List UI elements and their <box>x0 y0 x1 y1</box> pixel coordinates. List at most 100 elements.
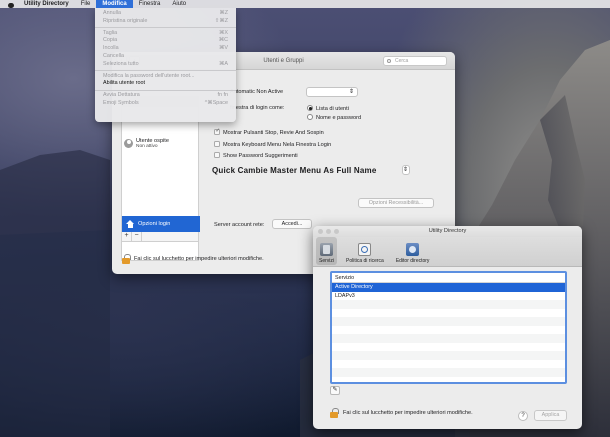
directory-utility-window: Utility Directory Servizi Politica di ri… <box>313 226 582 429</box>
menu-app-name[interactable]: Utility Directory <box>18 0 75 8</box>
tab-directory-editor-label: Editor directory <box>395 258 430 264</box>
edit-service-button[interactable]: ✎ <box>330 386 340 395</box>
radio-name-password-dot <box>307 114 313 120</box>
edit-menu-item-shortcut: ⌘A <box>219 60 228 67</box>
menu-edit[interactable]: Modifica <box>96 0 133 8</box>
services-table[interactable]: Servizio Active Directory LDAPv3 <box>330 271 567 384</box>
radio-users-list[interactable]: Lista di utenti <box>307 105 349 112</box>
table-row-empty <box>332 334 565 343</box>
search-placeholder: Cerca <box>395 58 409 64</box>
radio-users-list-dot <box>307 105 313 111</box>
edit-menu-item[interactable]: Seleziona tutto ⌘A <box>95 61 236 69</box>
check-sleep-restart[interactable]: Mostrar Pulsanti Stop, Revie And Sospin <box>214 128 324 136</box>
window-traffic-lights <box>318 229 339 234</box>
automatic-login-label: Automatic Non Active <box>230 89 284 95</box>
edit-menu-item[interactable]: Copia ⌘C <box>95 37 236 45</box>
edit-menu-item-label: Modifica la password dell'utente root... <box>103 72 195 79</box>
lock-icon[interactable] <box>122 254 131 264</box>
guest-avatar-icon <box>124 138 133 148</box>
menu-window[interactable]: Finestra <box>133 0 167 8</box>
checkbox-sleep-restart <box>214 128 220 135</box>
table-row-empty <box>332 368 565 377</box>
edit-menu-item-label: Taglia <box>103 29 118 36</box>
checkbox-input-menu <box>214 141 220 147</box>
edit-menu-item-label: Ripristina originale <box>103 17 148 24</box>
house-icon <box>126 220 134 228</box>
edit-menu-item[interactable]: Annulla ⌘Z <box>95 10 236 18</box>
directory-editor-icon <box>406 243 420 256</box>
edit-menu-item-label: Annulla <box>103 10 121 16</box>
check-password-hints[interactable]: Show Password Suggerimenti <box>214 152 298 159</box>
edit-menu-item[interactable]: Taglia ⌘X <box>95 30 236 38</box>
add-user-button[interactable]: + <box>122 232 132 241</box>
services-table-header[interactable]: Servizio <box>332 273 565 283</box>
fast-switch-popup[interactable]: ⇕ <box>402 165 410 175</box>
edit-menu-item-label: Avvia Dettatura <box>103 92 140 99</box>
prefs-lock-message: Fai clic sul lucchetto per impedire ulte… <box>134 256 264 262</box>
tab-search-policy[interactable]: Politica di ricerca <box>343 237 387 265</box>
check-input-menu[interactable]: Mostra Keyboard Menu Nela Finestra Login <box>214 141 331 148</box>
check-input-menu-label: Mostra Keyboard Menu Nela Finestra Login <box>223 142 332 148</box>
menu-help[interactable]: Aiuto <box>166 0 192 8</box>
edit-menu-item-shortcut: ⌘V <box>219 45 228 52</box>
accessibility-options-button[interactable]: Opzioni Recessibilità... <box>358 198 434 208</box>
edit-menu-item-shortcut: ⇧⌘Z <box>214 17 228 24</box>
radio-name-password[interactable]: Nome e password <box>307 114 361 121</box>
table-row-empty <box>332 351 565 360</box>
tab-services[interactable]: Servizi <box>316 237 338 265</box>
prefs-title: Utenti e Gruppi <box>263 58 304 64</box>
table-row-empty <box>332 317 565 326</box>
lock-icon[interactable] <box>330 408 339 418</box>
fast-user-switching-label: Quick Cambie Master Menu As Full Name <box>212 166 377 175</box>
apple-menu-icon[interactable] <box>8 1 14 8</box>
edit-menu-item[interactable]: Modifica la password dell'utente root... <box>95 73 236 81</box>
radio-name-password-label: Nome e password <box>316 115 362 121</box>
ud-title: Utility Directory <box>428 228 467 234</box>
menu-file[interactable]: File <box>75 0 97 8</box>
search-policy-icon <box>358 243 372 256</box>
edit-menu-item-label: Abilita utente root <box>103 80 145 87</box>
edit-menu-item-shortcut: ^⌘Space <box>204 99 228 106</box>
close-window-button[interactable] <box>318 229 323 234</box>
checkbox-password-hints <box>214 152 220 158</box>
apply-button[interactable]: Applica <box>534 410 567 421</box>
minimize-window-button[interactable] <box>326 229 331 234</box>
edit-menu-item-shortcut: fn fn <box>217 92 229 99</box>
menu-bar: Utility Directory File Modifica Finestra… <box>0 0 610 8</box>
tab-services-label: Servizi <box>319 258 335 264</box>
ud-lock-area: Fai clic sul lucchetto per impedire ulte… <box>330 408 473 418</box>
chevron-updown-icon: ⇕ <box>402 167 408 173</box>
help-button[interactable]: ? <box>518 411 528 421</box>
menu-separator <box>95 27 236 29</box>
radio-users-list-label: Lista di utenti <box>316 106 349 112</box>
table-row-empty <box>332 300 565 309</box>
edit-menu-item[interactable]: Ripristina originale ⇧⌘Z <box>95 18 236 26</box>
zoom-window-button[interactable] <box>334 229 339 234</box>
edit-menu-item-shortcut: ⌘C <box>218 37 228 44</box>
table-row-ldapv3[interactable]: LDAPv3 <box>332 292 565 301</box>
login-options-item[interactable]: Opzioni login <box>122 216 200 232</box>
prefs-lock-area: Fai clic sul lucchetto per impedire ulte… <box>122 254 264 264</box>
table-row-active-directory[interactable]: Active Directory <box>332 283 565 292</box>
menu-separator <box>95 89 236 91</box>
tab-search-policy-label: Politica di ricerca <box>346 258 384 264</box>
edit-menu-item[interactable]: Avvia Dettatura fn fn <box>95 92 236 100</box>
remove-user-button[interactable]: − <box>132 232 142 241</box>
tab-directory-editor[interactable]: Editor directory <box>393 237 433 265</box>
login-options-label: Opzioni login <box>138 221 171 227</box>
services-icon <box>320 243 333 256</box>
edit-menu-item-shortcut: ⌘Z <box>219 10 228 16</box>
guest-user-row[interactable]: Utente ospite Non attivo <box>124 135 196 151</box>
prefs-search-input[interactable]: Cerca <box>383 56 447 66</box>
edit-menu-item[interactable]: Cancella <box>95 53 236 61</box>
ud-lock-message: Fai clic sul lucchetto per impedire ulte… <box>343 410 473 416</box>
edit-menu-item-label: Cancella <box>103 52 124 59</box>
edit-menu-item[interactable]: Incolla ⌘V <box>95 45 236 53</box>
automatic-login-popup[interactable]: ⇕ <box>306 87 358 97</box>
edit-menu-item[interactable]: Emoji Symbols ^⌘Space <box>95 100 236 108</box>
menu-separator <box>95 70 236 72</box>
edit-menu-item[interactable]: Abilita utente root <box>95 80 236 88</box>
check-password-hints-label: Show Password Suggerimenti <box>223 153 298 159</box>
login-window-label: finestra di login come: <box>230 105 285 111</box>
join-network-button[interactable]: Accedi... <box>272 219 312 229</box>
